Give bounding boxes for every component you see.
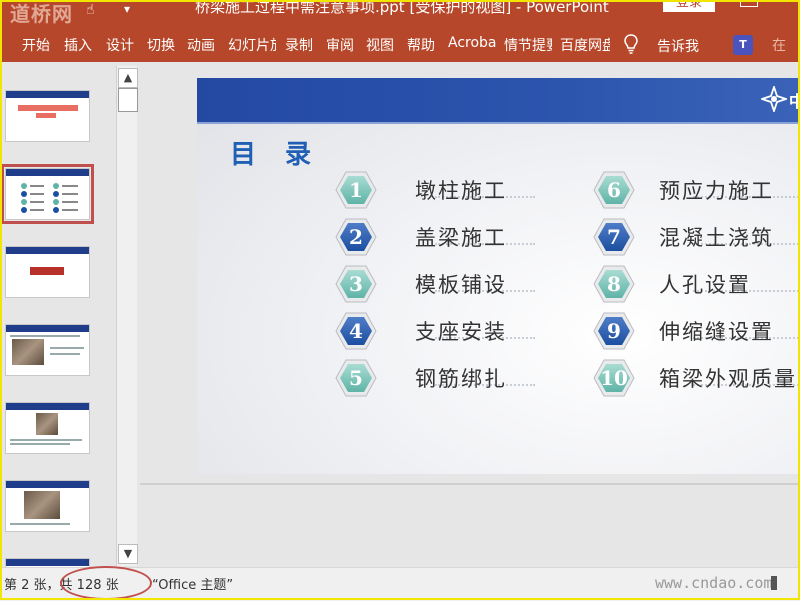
tell-me-search[interactable]: 告诉我 [657,36,699,56]
login-button[interactable]: 登录 [663,0,715,12]
directory-item-6: 6 预应力施工 [593,170,800,210]
tab-animations[interactable]: 动画 [187,35,219,55]
window-title: 桥梁施工过程中需注意事项.ppt [受保护的视图] - PowerPoint [195,0,609,16]
slide-thumbnail-pane [0,62,116,567]
tab-record[interactable]: 录制 [285,35,317,55]
thumbnail-scrollbar[interactable]: ▲ ▼ [116,66,138,566]
directory-item-2: 2 盖梁施工 [335,217,595,257]
restore-window-icon[interactable] [740,0,758,7]
item-text: 人孔设置 [659,273,751,297]
slide-title: 目 录 [230,140,322,170]
tab-home[interactable]: 开始 [22,35,54,55]
directory-item-3: 3 模板铺设 [335,264,595,304]
title-bar: 道桥网 ☝ ▾ 桥梁施工过程中需注意事项.ppt [受保护的视图] - Powe… [0,0,800,28]
slide-thumbnail-6[interactable] [5,480,90,532]
item-text: 混凝土浇筑 [659,226,774,250]
tab-review[interactable]: 审阅 [326,35,358,55]
item-number: 6 [607,178,621,202]
tab-storyboard[interactable]: 情节提要 [504,35,552,55]
tab-acrobat[interactable]: Acrobat [448,35,496,51]
item-text: 模板铺设 [415,273,507,297]
tab-slideshow[interactable]: 幻灯片放映 [228,35,276,55]
scroll-up-icon[interactable]: ▲ [118,68,138,88]
item-text: 支座安装 [415,320,507,344]
item-number: 4 [349,319,363,343]
item-number: 3 [349,272,363,296]
tab-insert[interactable]: 插入 [64,35,96,55]
customize-toolbar-caret-icon[interactable]: ▾ [124,2,130,16]
item-text: 伸缩缝设置 [659,320,774,344]
directory-item-9: 9 伸缩缝设置 [593,311,800,351]
notes-splitter[interactable] [140,483,800,485]
directory-item-7: 7 混凝土浇筑 [593,217,800,257]
item-text: 墩柱施工 [415,179,507,203]
ribbon-tabs: 开始 插入 设计 切换 动画 幻灯片放映 录制 审阅 视图 帮助 Acrobat… [0,28,800,62]
item-text: 盖梁施工 [415,226,507,250]
company-logo-text: 中 [789,92,800,111]
touch-mode-icon[interactable]: ☝ [86,2,95,18]
directory-item-1: 1 墩柱施工 [335,170,595,210]
current-slide[interactable]: 中 目 录 1 墩柱施工 2 盖梁施工 3 模板铺设 4 支座安装 5 钢筋绑扎 6 预应力施工 7 混凝… [197,78,800,474]
tab-view[interactable]: 视图 [366,35,398,55]
directory-item-10: 10 箱梁外观质量 [593,358,800,398]
item-number: 5 [349,366,363,390]
directory-item-4: 4 支座安装 [335,311,595,351]
slide-thumbnail-1[interactable] [5,90,90,142]
directory-item-5: 5 钢筋绑扎 [335,358,595,398]
status-bar: 第 2 张，共 128 张 “Office 主题” www.cndao.com [0,567,800,601]
slide-count[interactable]: 第 2 张，共 128 张 [4,574,119,593]
item-number: 8 [607,272,621,296]
item-number: 9 [607,319,621,343]
lightbulb-icon[interactable] [624,34,638,54]
tab-baidu-netdisk[interactable]: 百度网盘 [560,35,610,55]
item-number: 10 [600,366,628,390]
slide-thumbnail-4[interactable] [5,324,90,376]
item-number: 2 [349,225,363,249]
teams-icon[interactable]: T [733,35,753,55]
item-number: 1 [349,178,363,202]
item-number: 7 [607,225,621,249]
tab-transitions[interactable]: 切换 [147,35,179,55]
item-text: 箱梁外观质量 [659,367,797,391]
slide-thumbnail-7[interactable] [5,558,90,567]
item-text: 预应力施工 [659,179,774,203]
company-logo-icon [761,86,787,112]
slide-thumbnail-3[interactable] [5,246,90,298]
tab-help[interactable]: 帮助 [407,35,439,55]
slide-header-band: 中 [197,78,800,124]
item-text: 钢筋绑扎 [415,367,507,391]
theme-name: “Office 主题” [152,578,234,593]
directory-item-8: 8 人孔设置 [593,264,800,304]
share-button[interactable]: 在 [772,35,786,55]
scroll-down-icon[interactable]: ▼ [118,544,138,564]
notes-icon[interactable] [771,576,777,590]
watermark-url: www.cndao.com [655,574,773,592]
watermark-logo: 道桥网 [10,2,73,26]
slide-thumbnail-5[interactable] [5,402,90,454]
scroll-thumb[interactable] [118,88,138,112]
slide-thumbnail-2[interactable] [1,164,94,224]
tab-design[interactable]: 设计 [106,35,138,55]
